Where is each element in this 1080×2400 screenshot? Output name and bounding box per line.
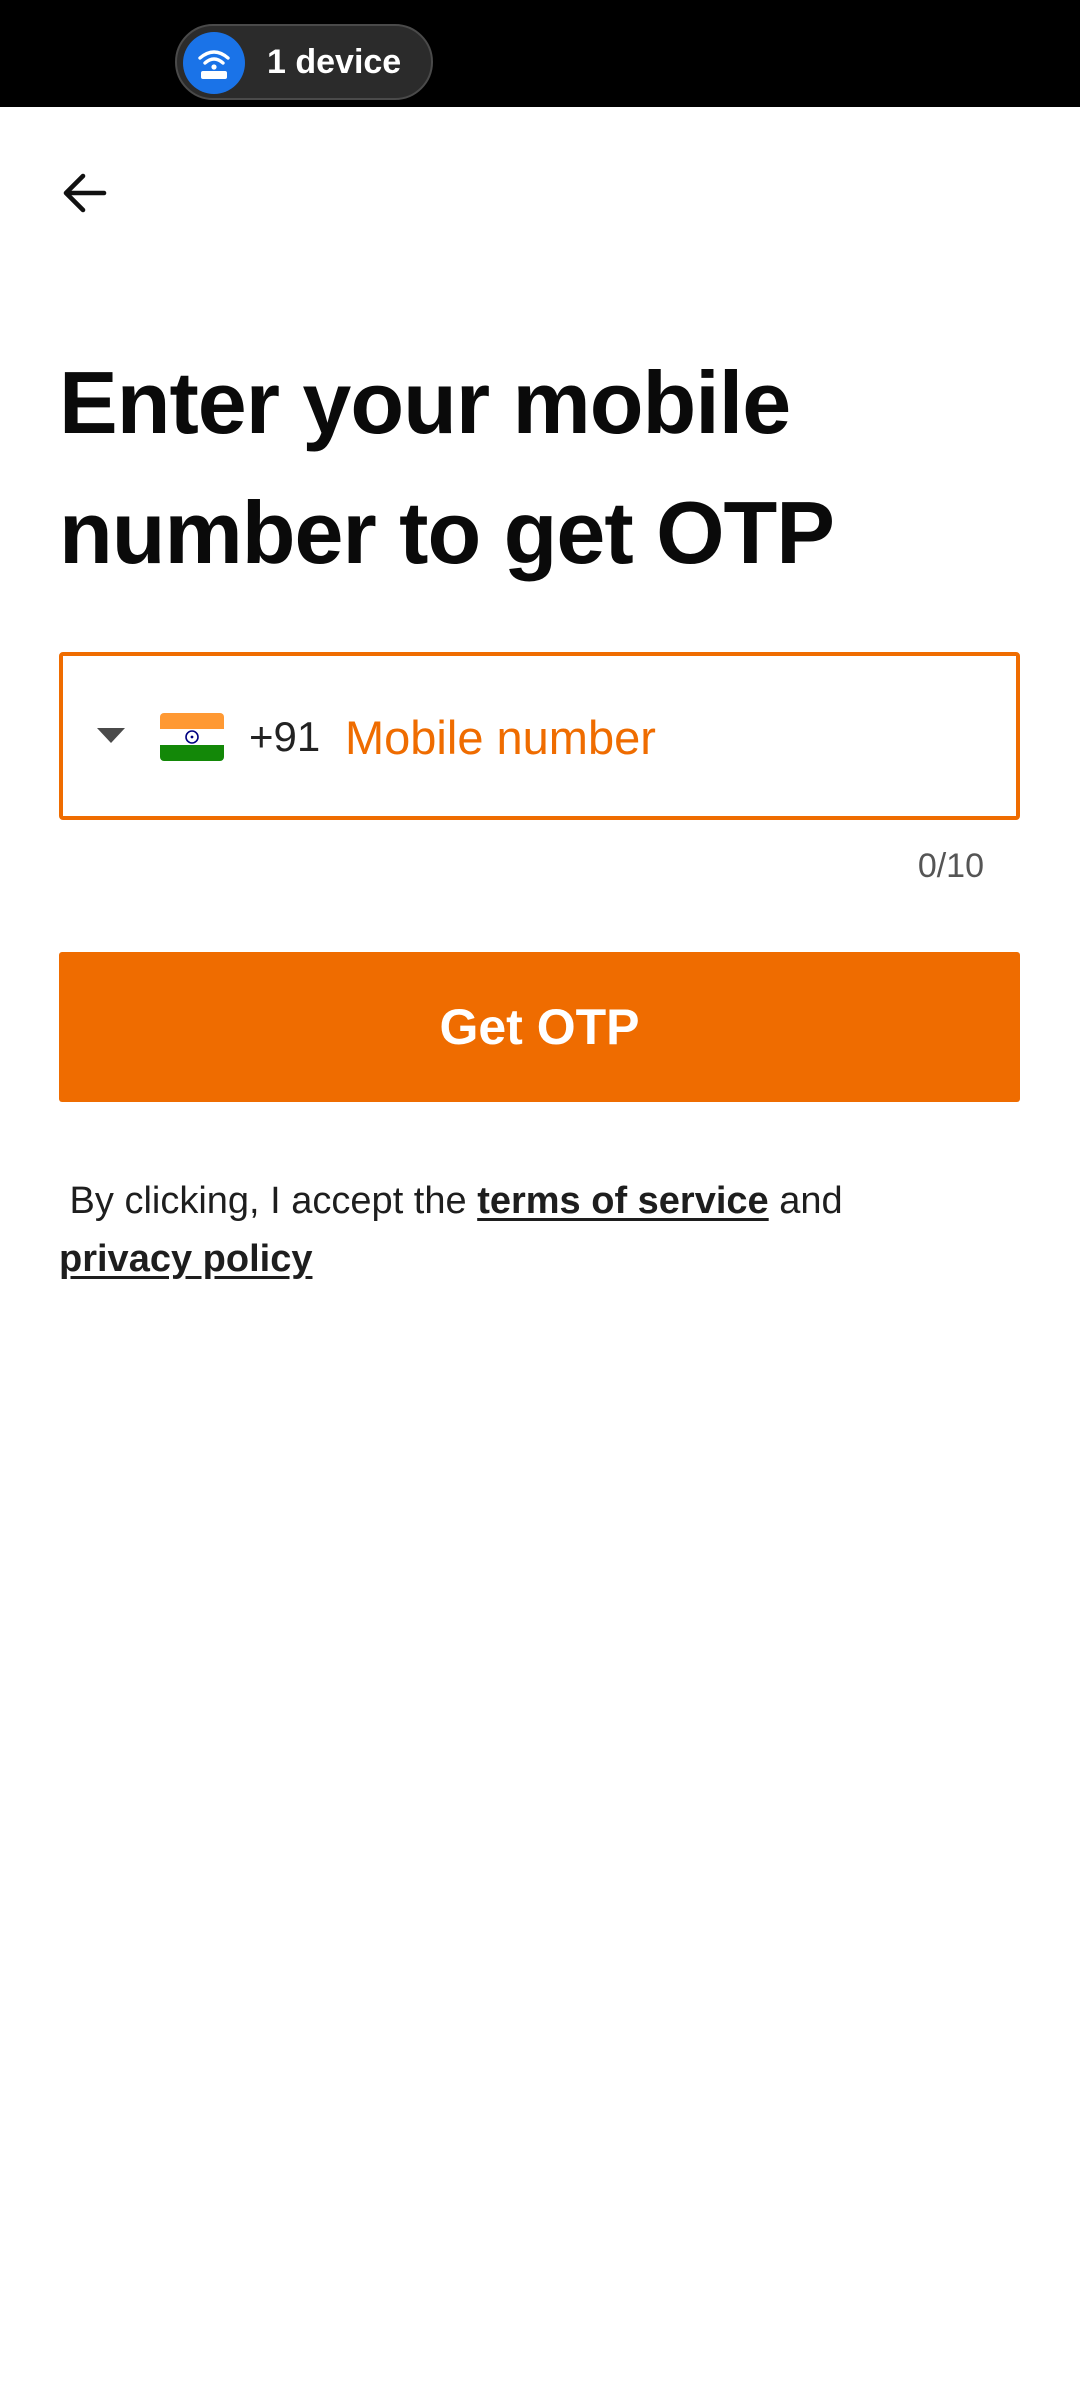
- terms-of-service-link[interactable]: terms of service: [477, 1180, 769, 1222]
- page-title: Enter your mobile number to get OTP: [59, 353, 835, 582]
- privacy-policy-link[interactable]: privacy policy: [59, 1238, 312, 1280]
- terms-notice: By clicking, I accept the terms of servi…: [59, 1172, 1019, 1288]
- get-otp-button[interactable]: Get OTP: [59, 952, 1020, 1102]
- india-flag-icon[interactable]: [160, 713, 224, 761]
- character-counter: 0/10: [917, 847, 984, 885]
- back-button[interactable]: [40, 150, 130, 240]
- terms-prefix-text: By clicking, I accept the: [59, 1180, 478, 1222]
- status-bar: 1 device: [0, 0, 1080, 107]
- mobile-number-input[interactable]: [345, 692, 985, 782]
- wifi-router-icon: [183, 32, 245, 94]
- arrow-left-icon: [58, 166, 112, 225]
- country-code[interactable]: +91: [249, 704, 320, 770]
- phone-number-field[interactable]: +91: [59, 652, 1020, 820]
- terms-middle-text: and: [768, 1180, 854, 1222]
- device-count-label: 1 device: [267, 43, 402, 81]
- country-dropdown-icon[interactable]: [95, 722, 127, 750]
- connected-devices-pill[interactable]: 1 device: [175, 24, 433, 100]
